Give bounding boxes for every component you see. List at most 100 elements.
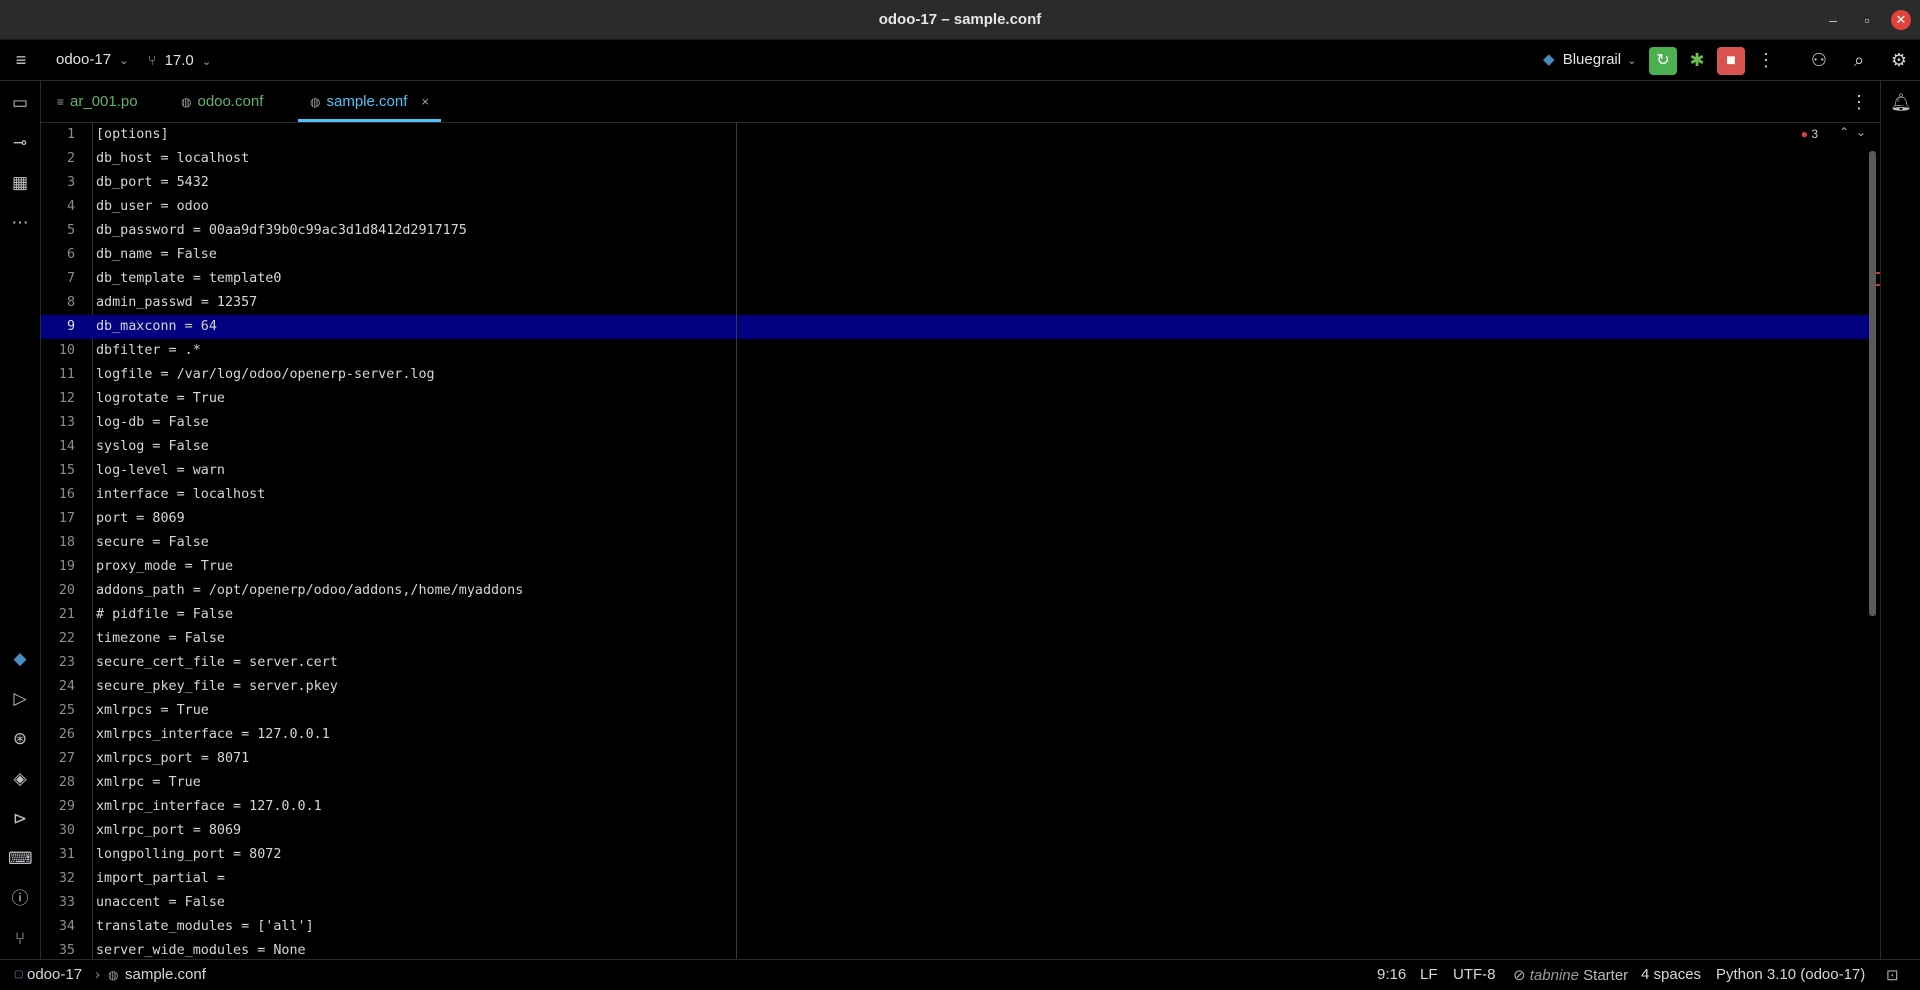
code-line[interactable]: 22 timezone = False	[41, 627, 1869, 651]
code-line[interactable]: 18 secure = False	[41, 531, 1869, 555]
line-text: xmlrpcs_port = 8071	[96, 751, 250, 766]
minimize-button[interactable]: –	[1823, 10, 1843, 30]
line-number: 29	[58, 799, 75, 814]
editor-tabs: ≡ ar_001.po ◍ odoo.conf ◍ sample.conf × ⋮	[41, 81, 1880, 123]
line-text: xmlrpc_port = 8069	[96, 823, 242, 838]
line-number: 20	[58, 583, 75, 598]
theme-selector[interactable]: ◆ Bluegrail ⌄	[1543, 40, 1636, 80]
commit-icon[interactable]: ⊸	[8, 131, 32, 155]
code-line[interactable]: 24 secure_pkey_file = server.pkey	[41, 675, 1869, 699]
code-line[interactable]: 16 interface = localhost	[41, 483, 1869, 507]
project-folder-icon[interactable]: ▭	[8, 91, 32, 115]
code-line[interactable]: 9 db_maxconn = 64	[41, 315, 1869, 339]
code-line[interactable]: 14 syslog = False	[41, 435, 1869, 459]
git-icon[interactable]: ⑂	[8, 927, 32, 951]
code-line[interactable]: 8 admin_passwd = 12357	[41, 291, 1869, 315]
code-line[interactable]: 29 xmlrpc_interface = 127.0.0.1	[41, 795, 1869, 819]
line-number: 5	[66, 223, 75, 238]
close-window-button[interactable]: ✕	[1891, 10, 1911, 30]
indent-setting[interactable]: 4 spaces	[1641, 966, 1701, 983]
notifications-bell-icon[interactable]: 🔔︎	[1889, 91, 1913, 115]
file-encoding[interactable]: UTF-8	[1453, 966, 1496, 983]
code-line[interactable]: 35 server_wide_modules = None	[41, 939, 1869, 959]
code-line[interactable]: 34 translate_modules = ['all']	[41, 915, 1869, 939]
code-line[interactable]: 33 unaccent = False	[41, 891, 1869, 915]
line-number: 21	[58, 607, 75, 622]
code-line[interactable]: 21 # pidfile = False	[41, 603, 1869, 627]
rerun-button[interactable]: ↻	[1649, 47, 1677, 75]
run-icon[interactable]: ▷	[8, 687, 32, 711]
tabnine-plan: Starter	[1583, 967, 1629, 984]
code-line[interactable]: 13 log-db = False	[41, 411, 1869, 435]
tab-ar-001-po[interactable]: ≡ ar_001.po	[57, 81, 138, 122]
add-user-icon[interactable]: ⚇	[1807, 48, 1831, 72]
search-icon[interactable]: ⌕	[1847, 48, 1871, 72]
code-line[interactable]: 27 xmlrpcs_port = 8071	[41, 747, 1869, 771]
line-number: 15	[58, 463, 75, 478]
settings-gear-icon[interactable]: ⚙	[1887, 48, 1911, 72]
line-text: xmlrpcs_interface = 127.0.0.1	[96, 727, 330, 742]
stop-button[interactable]: ■	[1717, 47, 1745, 75]
close-tab-icon[interactable]: ×	[421, 94, 429, 109]
line-number: 25	[58, 703, 75, 718]
code-line[interactable]: 30 xmlrpc_port = 8069	[41, 819, 1869, 843]
project-selector[interactable]: odoo-17 ⌄	[56, 40, 128, 80]
hamburger-icon[interactable]: ≡	[9, 48, 33, 72]
maximize-button[interactable]: ▫	[1857, 10, 1877, 30]
code-editor[interactable]: 1 [options] 2 db_host = localhost 3 db_port =…	[41, 123, 1880, 959]
tab-sample-conf[interactable]: ◍ sample.conf ×	[298, 81, 441, 122]
error-indicator[interactable]: ● 3	[1801, 127, 1818, 141]
branch-selector[interactable]: ⑂ 17.0 ⌄	[148, 40, 211, 80]
problems-icon[interactable]: ⓘ	[8, 887, 32, 911]
layers-icon[interactable]: ◈	[8, 767, 32, 791]
rerun-icon: ↻	[1656, 52, 1670, 69]
code-line[interactable]: 5 db_password = 00aa9df39b0c99ac3d1d8412d…	[41, 219, 1869, 243]
tab-label: sample.conf	[326, 93, 408, 110]
cursor-position[interactable]: 9:16	[1377, 966, 1406, 983]
debug-icon[interactable]: ✱	[1685, 48, 1709, 72]
code-line[interactable]: 32 import_partial =	[41, 867, 1869, 891]
code-line[interactable]: 17 port = 8069	[41, 507, 1869, 531]
code-line[interactable]: 15 log-level = warn	[41, 459, 1869, 483]
code-line[interactable]: 11 logfile = /var/log/odoo/openerp-server…	[41, 363, 1869, 387]
structure-icon[interactable]: ▦	[8, 171, 32, 195]
more-actions-icon[interactable]: ⋮	[1754, 48, 1778, 72]
line-text: xmlrpc_interface = 127.0.0.1	[96, 799, 322, 814]
tabnine-status[interactable]: ⊘ tabnine Starter	[1513, 966, 1628, 984]
line-ending[interactable]: LF	[1420, 966, 1438, 983]
code-line[interactable]: 7 db_template = template0	[41, 267, 1869, 291]
breadcrumb-file[interactable]: sample.conf	[125, 966, 206, 983]
line-text: timezone = False	[96, 631, 225, 646]
chevron-down-icon: ⌄	[201, 56, 212, 68]
code-line[interactable]: 1 [options]	[41, 123, 1869, 147]
python-console-icon[interactable]: ◆	[8, 647, 32, 671]
line-text: secure = False	[96, 535, 209, 550]
code-line[interactable]: 3 db_port = 5432	[41, 171, 1869, 195]
line-number: 6	[66, 247, 75, 262]
error-navigation[interactable]: ⌃ ⌄	[1839, 125, 1866, 139]
python-interpreter[interactable]: Python 3.10 (odoo-17)	[1716, 966, 1865, 983]
code-line[interactable]: 20 addons_path = /opt/openerp/odoo/addons…	[41, 579, 1869, 603]
code-line[interactable]: 19 proxy_mode = True	[41, 555, 1869, 579]
breadcrumb-project[interactable]: odoo-17	[27, 966, 82, 983]
more-tools-icon[interactable]: ⋯	[8, 211, 32, 235]
code-line[interactable]: 10 dbfilter = .*	[41, 339, 1869, 363]
code-line[interactable]: 12 logrotate = True	[41, 387, 1869, 411]
python-packages-icon[interactable]: ⊛	[8, 727, 32, 751]
vertical-scrollbar[interactable]	[1869, 151, 1876, 616]
line-text: dbfilter = .*	[96, 343, 201, 358]
line-number: 33	[58, 895, 75, 910]
code-line[interactable]: 26 xmlrpcs_interface = 127.0.0.1	[41, 723, 1869, 747]
tab-actions-icon[interactable]: ⋮	[1847, 90, 1871, 114]
services-icon[interactable]: ⊳	[8, 807, 32, 831]
code-line[interactable]: 23 secure_cert_file = server.cert	[41, 651, 1869, 675]
code-line[interactable]: 2 db_host = localhost	[41, 147, 1869, 171]
code-line[interactable]: 31 longpolling_port = 8072	[41, 843, 1869, 867]
tab-odoo-conf[interactable]: ◍ odoo.conf	[181, 81, 263, 122]
code-line[interactable]: 25 xmlrpcs = True	[41, 699, 1869, 723]
code-line[interactable]: 4 db_user = odoo	[41, 195, 1869, 219]
code-line[interactable]: 28 xmlrpc = True	[41, 771, 1869, 795]
lock-icon[interactable]: ⊡	[1886, 966, 1899, 984]
terminal-icon[interactable]: ⌨	[8, 847, 33, 871]
code-line[interactable]: 6 db_name = False	[41, 243, 1869, 267]
